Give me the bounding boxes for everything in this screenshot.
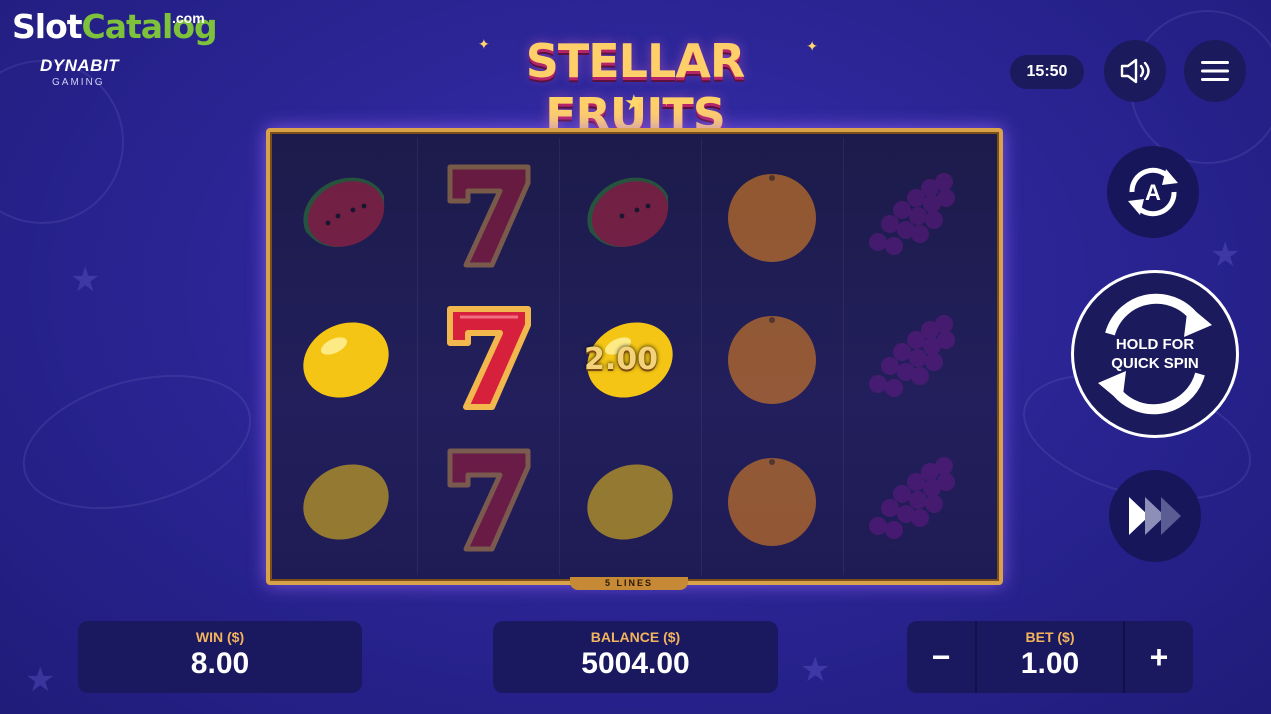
bet-decrease-button[interactable]: − xyxy=(907,621,977,693)
autoplay-icon: A xyxy=(1128,167,1178,217)
watermelon-symbol xyxy=(296,166,396,266)
fast-forward-icon xyxy=(1129,497,1181,535)
lemon-symbol xyxy=(296,308,396,408)
bet-value: 1.00 xyxy=(1020,647,1080,680)
provider-name: DYNABIT xyxy=(40,56,120,75)
balance-label: BALANCE ($) xyxy=(590,629,681,645)
star-decoration: ★ xyxy=(1210,236,1241,274)
line-win-amount: 2.00 xyxy=(584,342,659,377)
win-value: 8.00 xyxy=(190,647,250,680)
planet-decoration xyxy=(7,351,267,533)
star-decoration: ★ xyxy=(70,261,101,299)
grapes-symbol xyxy=(864,450,964,550)
grapes-symbol xyxy=(864,166,964,266)
hamburger-menu-icon xyxy=(1201,61,1229,81)
sparkle-icon: ✦ xyxy=(478,36,490,52)
sparkle-icon: ✦ xyxy=(662,98,671,109)
game-title: ✦ ✦ STELLAR FRUITS ★ ✦ ✦ xyxy=(440,34,830,142)
lines-indicator: 5 LINES xyxy=(570,577,688,590)
speaker-icon xyxy=(1120,58,1150,84)
turbo-button[interactable] xyxy=(1109,470,1201,562)
win-label: WIN ($) xyxy=(195,629,245,645)
star-decoration: ★ xyxy=(25,661,56,699)
clock: 15:50 xyxy=(1010,55,1084,89)
slotcatalog-logo: SlotCatalog .com DYNABIT GAMING xyxy=(12,7,218,88)
reel-5 xyxy=(844,138,985,575)
orange-symbol xyxy=(722,450,822,550)
bet-display: BET ($) 1.00 xyxy=(975,621,1125,681)
menu-button[interactable] xyxy=(1184,40,1246,102)
lemon-symbol xyxy=(296,450,396,550)
spin-label: HOLD FOR QUICK SPIN xyxy=(1111,336,1199,372)
provider-subtitle: GAMING xyxy=(52,77,105,88)
reel-2 xyxy=(418,138,560,575)
watermelon-symbol xyxy=(580,166,680,266)
balance-panel: BALANCE ($) 5004.00 xyxy=(493,621,778,693)
logo-domain: .com xyxy=(172,10,205,26)
grapes-symbol xyxy=(864,308,964,408)
seven-symbol xyxy=(438,164,538,268)
sparkle-icon: ✦ xyxy=(806,38,818,54)
sound-button[interactable] xyxy=(1104,40,1166,102)
win-panel: WIN ($) 8.00 xyxy=(78,621,362,693)
bet-panel: − BET ($) 1.00 + xyxy=(907,621,1193,693)
orange-symbol xyxy=(722,166,822,266)
star-icon: ★ xyxy=(624,90,644,115)
reel-4 xyxy=(702,138,844,575)
orange-symbol xyxy=(722,308,822,408)
sparkle-icon: ✦ xyxy=(595,98,604,109)
seven-symbol xyxy=(438,448,538,552)
autoplay-button[interactable]: A xyxy=(1107,146,1199,238)
spin-button[interactable]: HOLD FOR QUICK SPIN xyxy=(1071,270,1239,438)
seven-symbol-winning xyxy=(438,306,538,410)
star-decoration: ★ xyxy=(800,651,831,689)
reel-1 xyxy=(276,138,418,575)
bet-label: BET ($) xyxy=(1025,629,1075,645)
balance-value: 5004.00 xyxy=(581,647,690,680)
logo-text-slot: Slot xyxy=(12,7,83,46)
lemon-symbol xyxy=(580,450,680,550)
svg-text:A: A xyxy=(1145,180,1161,205)
bet-increase-button[interactable]: + xyxy=(1123,621,1193,693)
game-title-text: STELLAR FRUITS xyxy=(525,34,746,142)
